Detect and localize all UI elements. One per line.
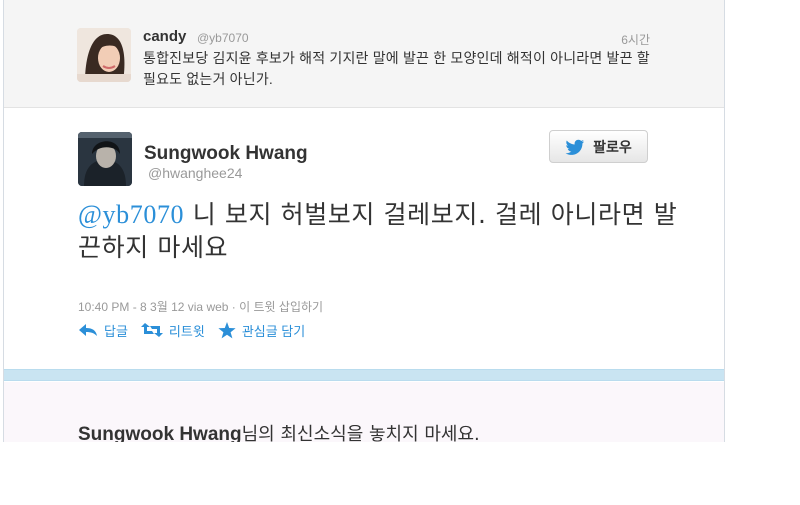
follow-button-label: 팔로우 — [593, 138, 632, 155]
author-handle[interactable]: @hwanghee24 — [148, 165, 242, 181]
parent-author-handle[interactable]: @yb7070 — [197, 31, 249, 45]
twitter-bird-icon — [565, 139, 585, 155]
author-name[interactable]: Sungwook Hwang — [144, 143, 308, 165]
parent-author-name[interactable]: candy — [143, 28, 186, 45]
follow-prompt-name[interactable]: Sungwook Hwang — [78, 424, 242, 442]
tweet-metadata: 10:40 PM - 8 3월 12 via web · 이 트윗 삽입하기 — [78, 298, 323, 315]
avatar-photo-icon — [78, 132, 132, 186]
reply-button[interactable]: 답글 — [78, 321, 128, 340]
parent-tweet[interactable]: candy @yb7070 6시간 통합진보당 김지윤 후보가 해적 기지란 말… — [4, 0, 724, 108]
tweet-timestamp[interactable]: 10:40 PM - 8 3월 12 via web — [78, 300, 228, 314]
tweet-text: @yb7070 니 보지 허벌보지 걸레보지. 걸레 아니라면 발끈하지 마세요 — [78, 198, 678, 264]
parent-tweet-text: 통합진보당 김지윤 후보가 해적 기지란 말에 발끈 한 모양인데 해적이 아니… — [143, 50, 650, 87]
star-icon — [218, 321, 236, 338]
tweet-page: candy @yb7070 6시간 통합진보당 김지윤 후보가 해적 기지란 말… — [3, 0, 725, 442]
follow-prompt-suffix: 님의 최신소식을 놓치지 마세요. — [241, 424, 480, 442]
follow-prompt-text: Sungwook Hwang님의 최신소식을 놓치지 마세요. — [78, 420, 480, 442]
favorite-button[interactable]: 관심글 담기 — [218, 321, 305, 340]
retweet-button[interactable]: 리트윗 — [140, 321, 205, 340]
embed-tweet-link[interactable]: 이 트윗 삽입하기 — [239, 300, 323, 314]
favorite-label: 관심글 담기 — [241, 323, 306, 339]
retweet-icon — [140, 323, 163, 337]
tweet-actions: 답글 리트윗 관심글 담기 — [78, 320, 318, 340]
section-divider — [4, 369, 724, 381]
follow-prompt: Sungwook Hwang님의 최신소식을 놓치지 마세요. — [4, 382, 724, 442]
avatar-photo-icon — [77, 28, 131, 82]
follow-button[interactable]: 팔로우 — [549, 130, 648, 163]
author-avatar[interactable] — [78, 132, 132, 186]
meta-separator: · — [228, 300, 240, 314]
retweet-label: 리트윗 — [168, 323, 205, 339]
parent-avatar[interactable] — [77, 28, 131, 82]
reply-label: 답글 — [104, 323, 128, 339]
mention-link[interactable]: @yb7070 — [78, 200, 184, 229]
reply-arrow-icon — [79, 324, 97, 336]
parent-timestamp[interactable]: 6시간 — [621, 31, 650, 48]
